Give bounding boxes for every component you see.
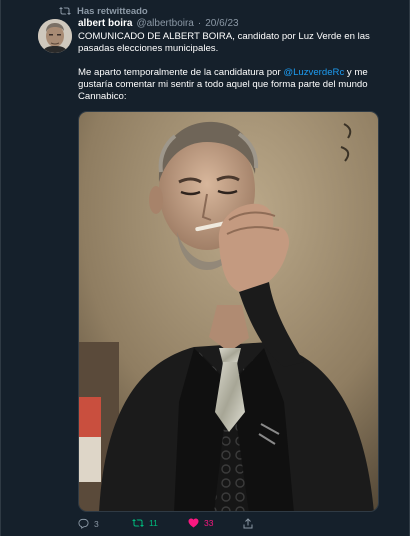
retweet-count: 11 [149, 518, 158, 528]
tweet-paragraph-2-start: Me aparto temporalmente de la candidatur… [78, 67, 284, 78]
avatar[interactable] [38, 19, 72, 53]
tweet-paragraph-2: Me aparto temporalmente de la candidatur… [78, 67, 378, 103]
reply-button[interactable]: 3 [78, 518, 99, 529]
tweet-paragraph-1: COMUNICADO DE ALBERT BOIRA, candidato po… [78, 31, 370, 54]
reply-icon [78, 518, 89, 529]
mention-link[interactable]: @LuzverdeRc [283, 67, 344, 78]
retweet-icon [59, 6, 71, 16]
share-button[interactable] [243, 518, 253, 529]
author-display-name[interactable]: albert boira [78, 18, 132, 29]
retweet-indicator-label: Has retwitteado [77, 5, 148, 17]
header-separator: · [197, 18, 202, 29]
retweet-button[interactable]: 11 [132, 518, 158, 528]
retweet-icon [132, 518, 144, 528]
tweet-date[interactable]: 20/6/23 [205, 18, 238, 29]
tweet-frame: Has retwitteado albert boira @albertboir… [0, 0, 410, 536]
tweet-actions: 3 11 33 [78, 518, 378, 532]
reply-count: 3 [94, 518, 99, 529]
tweet-photo[interactable] [78, 111, 379, 512]
like-count: 33 [204, 518, 214, 528]
retweet-indicator: Has retwitteado [59, 4, 148, 18]
tweet-header: albert boira @albertboira · 20/6/23 [78, 18, 239, 29]
share-icon [243, 518, 253, 529]
like-button[interactable]: 33 [188, 518, 213, 528]
heart-icon [188, 518, 199, 528]
tweet-text: COMUNICADO DE ALBERT BOIRA, candidato po… [78, 31, 378, 103]
author-handle[interactable]: @albertboira [136, 18, 193, 29]
